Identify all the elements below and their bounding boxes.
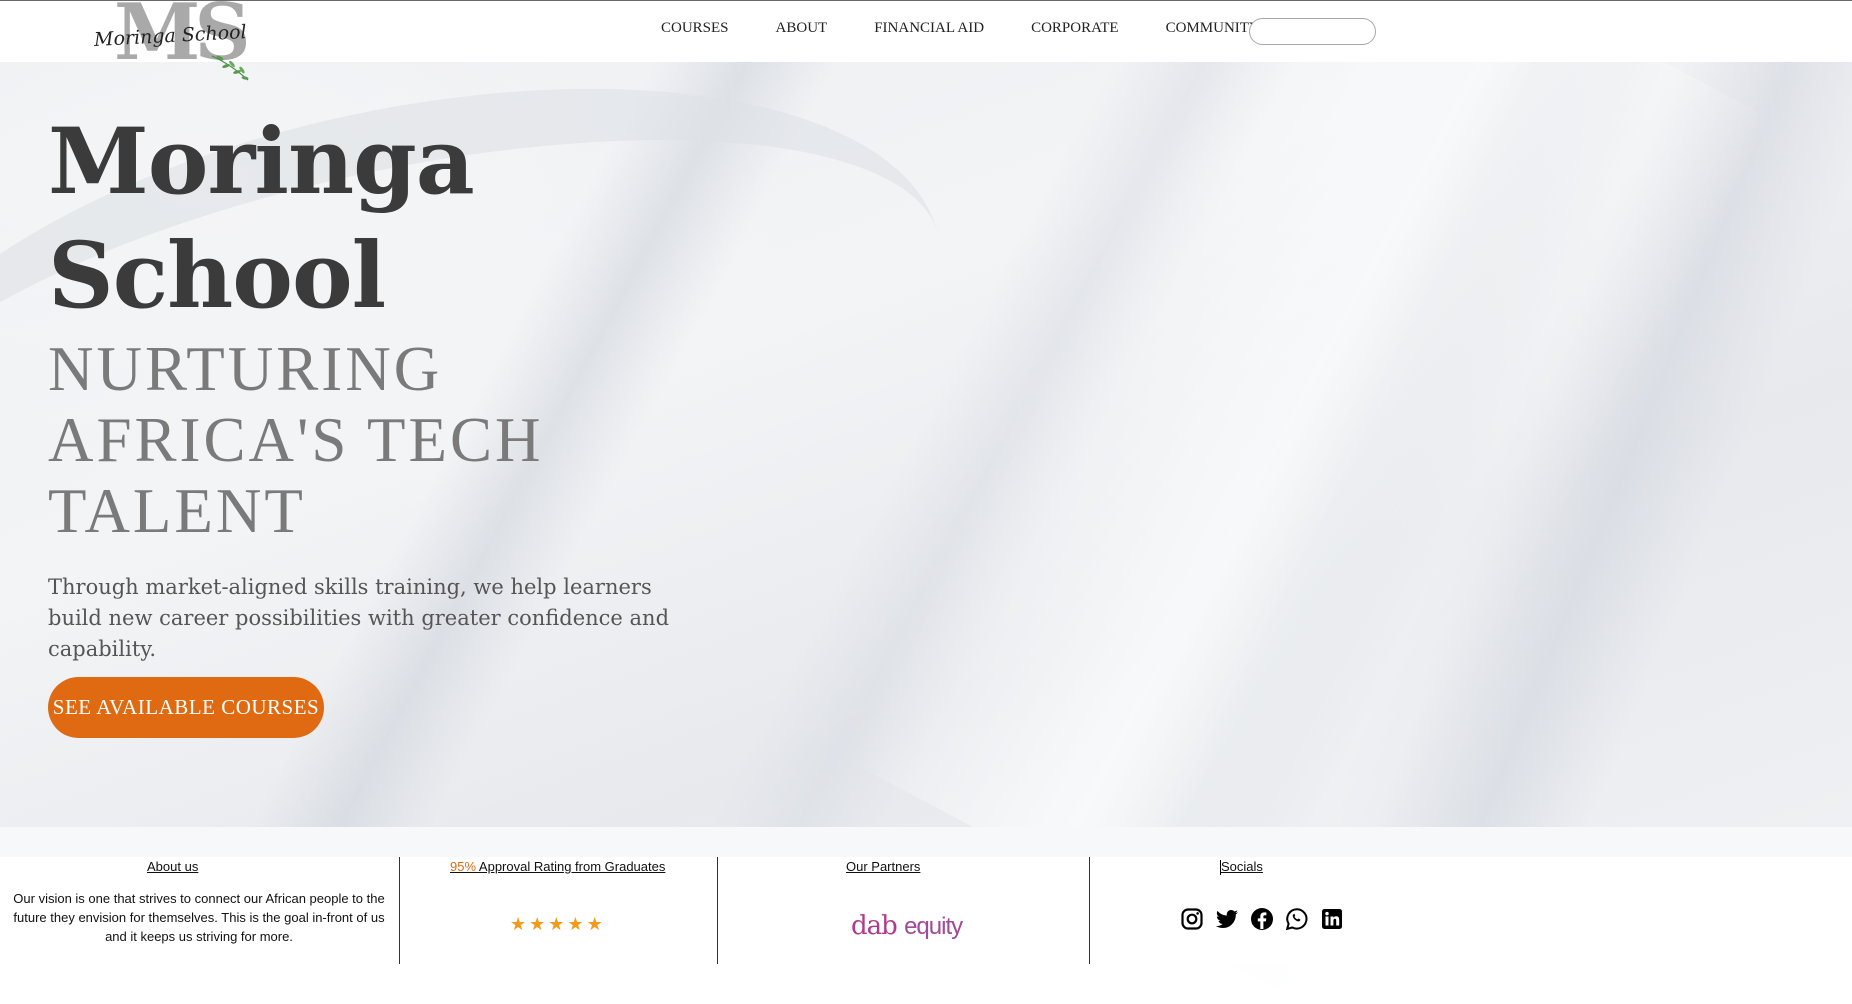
- nav-link-corporate[interactable]: CORPORATE: [1031, 20, 1119, 37]
- partners-heading[interactable]: Our Partners: [846, 859, 920, 874]
- footer-divider: [717, 857, 718, 964]
- tagline-line: NURTURING: [48, 334, 443, 404]
- hero-tagline: NURTURING AFRICA'S TECH TALENT: [48, 334, 544, 547]
- hero-title: Moringa School: [48, 105, 475, 333]
- facebook-icon[interactable]: [1250, 907, 1274, 931]
- hero-title-line: Moringa: [48, 109, 475, 215]
- search-input[interactable]: [1249, 18, 1376, 45]
- see-courses-button[interactable]: SEE AVAILABLE COURSES: [48, 677, 324, 738]
- main-nav: COURSES ABOUT FINANCIAL AID CORPORATE CO…: [661, 20, 1307, 37]
- hero-title-line: School: [48, 223, 386, 329]
- footer: About us Our vision is one that strives …: [0, 827, 1852, 964]
- leaf-icon: [211, 55, 249, 81]
- rating-heading-text: Approval Rating from Graduates: [476, 859, 666, 874]
- socials-heading[interactable]: Socials: [1221, 859, 1263, 874]
- tagline-line: AFRICA'S TECH: [48, 405, 544, 475]
- nav-link-courses[interactable]: COURSES: [661, 20, 729, 37]
- rating-heading[interactable]: 95% Approval Rating from Graduates: [450, 859, 665, 874]
- twitter-icon[interactable]: [1215, 907, 1239, 931]
- instagram-icon[interactable]: [1180, 907, 1204, 931]
- footer-divider: [399, 857, 400, 964]
- site-logo[interactable]: MS Moringa School: [92, 0, 272, 84]
- whatsapp-icon[interactable]: [1285, 907, 1309, 931]
- about-heading[interactable]: About us: [147, 859, 198, 874]
- nav-link-financial-aid[interactable]: FINANCIAL AID: [874, 20, 984, 37]
- partner-logo-text-a: dab: [851, 911, 898, 941]
- rating-stars: ★ ★ ★ ★ ★: [510, 915, 603, 933]
- footer-band: [0, 827, 1852, 857]
- nav-link-about[interactable]: ABOUT: [776, 20, 828, 37]
- hero-description: Through market-aligned skills training, …: [48, 575, 670, 661]
- partner-logo-dab-equity[interactable]: dab equity: [851, 911, 963, 961]
- star-icon: ★: [567, 914, 584, 934]
- footer-divider: [1089, 857, 1090, 964]
- nav-link-community[interactable]: COMMUNITY: [1166, 20, 1260, 37]
- text-cursor: [1220, 860, 1221, 875]
- tagline-line: TALENT: [48, 476, 306, 546]
- star-icon: ★: [529, 914, 546, 934]
- top-border: [0, 0, 1852, 1]
- social-links: [1180, 907, 1344, 931]
- rating-percent: 95%: [450, 859, 477, 874]
- star-icon: ★: [586, 914, 603, 934]
- star-icon: ★: [510, 914, 527, 934]
- star-icon: ★: [548, 914, 565, 934]
- linkedin-icon[interactable]: [1320, 907, 1344, 931]
- about-text: Our vision is one that strives to connec…: [13, 891, 385, 944]
- partner-logo-text-b: equity: [904, 913, 963, 940]
